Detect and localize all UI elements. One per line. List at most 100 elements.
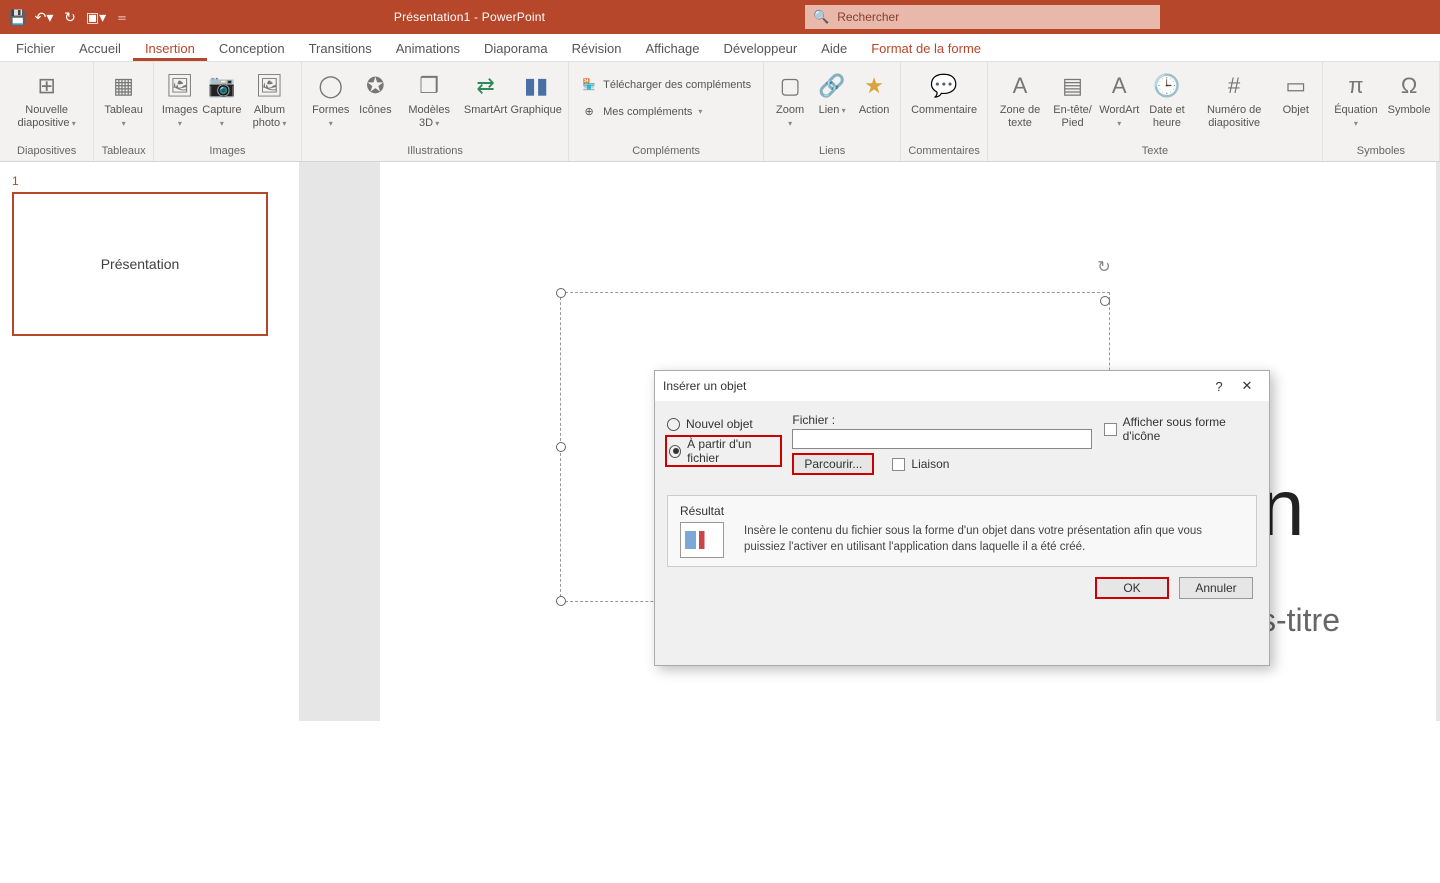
datetime-button[interactable]: 🕒Date et heure <box>1141 68 1192 132</box>
file-path-input[interactable] <box>792 429 1092 449</box>
rotate-handle[interactable]: ↻ <box>1094 257 1114 277</box>
tab-animations[interactable]: Animations <box>384 37 472 61</box>
comment-button[interactable]: 💬Commentaire <box>907 68 981 119</box>
group-images: 🖼Images 📷Capture 🖼Album photo Images <box>154 62 302 161</box>
save-button[interactable]: 💾 <box>6 5 30 29</box>
slide-number: 1 <box>12 174 19 188</box>
my-addins-button[interactable]: ⊕Mes compléments ▾ <box>575 101 708 122</box>
screenshot-icon: 📷 <box>206 70 238 102</box>
link-icon: 🔗 <box>816 70 848 102</box>
tab-format-forme[interactable]: Format de la forme <box>859 37 993 61</box>
slide-thumbnail-panel: 1 Présentation <box>0 162 300 721</box>
table-icon: ▦ <box>108 70 140 102</box>
pictures-icon: 🖼 <box>164 70 196 102</box>
get-addins-button[interactable]: 🏪Télécharger des compléments <box>575 74 757 95</box>
qat-customize[interactable]: ＝ <box>110 5 134 29</box>
dialog-titlebar: Insérer un objet ? ✕ <box>655 371 1269 401</box>
comment-icon: 💬 <box>928 70 960 102</box>
tab-diaporama[interactable]: Diaporama <box>472 37 560 61</box>
shapes-button[interactable]: ◯Formes <box>308 68 353 132</box>
object-button[interactable]: ▭Objet <box>1276 68 1316 119</box>
radio-new-object[interactable]: Nouvel objet <box>667 417 780 431</box>
new-slide-icon: ⊞ <box>31 70 63 102</box>
sel-handle[interactable] <box>1100 296 1110 306</box>
tab-insertion[interactable]: Insertion <box>133 37 207 61</box>
titlebar: 💾 ↶▾ ↻ ▣▾ ＝ Présentation1 - PowerPoint 🔍… <box>0 0 1440 34</box>
result-label: Résultat <box>680 504 1244 518</box>
tab-affichage[interactable]: Affichage <box>633 37 711 61</box>
search-box[interactable]: 🔍 Rechercher <box>805 5 1160 29</box>
sel-handle[interactable] <box>556 442 566 452</box>
table-button[interactable]: ▦ Tableau <box>100 68 147 132</box>
smartart-button[interactable]: ⇄SmartArt <box>463 68 508 119</box>
ok-button[interactable]: OK <box>1095 577 1169 599</box>
group-illustrations: ◯Formes ✪Icônes ❒Modèles 3D ⇄SmartArt ▮▮… <box>302 62 569 161</box>
group-liens: ▢Zoom 🔗Lien ★Action Liens <box>764 62 901 161</box>
header-footer-button[interactable]: ▤En-tête/ Pied <box>1048 68 1097 132</box>
tab-aide[interactable]: Aide <box>809 37 859 61</box>
addins-icon: ⊕ <box>581 105 597 118</box>
zoom-icon: ▢ <box>774 70 806 102</box>
link-checkbox[interactable]: Liaison <box>892 457 949 471</box>
3d-models-button[interactable]: ❒Modèles 3D <box>397 68 461 132</box>
icons-icon: ✪ <box>359 70 391 102</box>
group-complements: 🏪Télécharger des compléments ⊕Mes complé… <box>569 62 764 161</box>
action-button[interactable]: ★Action <box>854 68 894 119</box>
slide-number-button[interactable]: #Numéro de diapositive <box>1195 68 1274 132</box>
photo-album-button[interactable]: 🖼Album photo <box>244 68 295 132</box>
tab-developpeur[interactable]: Développeur <box>711 37 809 61</box>
new-slide-button[interactable]: ⊞ Nouvelle diapositive <box>6 68 87 132</box>
wordart-icon: A <box>1103 70 1135 102</box>
tab-transitions[interactable]: Transitions <box>297 37 384 61</box>
symbol-button[interactable]: ΩSymbole <box>1385 68 1433 119</box>
ribbon: ⊞ Nouvelle diapositive Diapositives ▦ Ta… <box>0 62 1440 162</box>
textbox-button[interactable]: AZone de texte <box>994 68 1046 132</box>
thumbnail-title: Présentation <box>101 256 180 272</box>
icons-button[interactable]: ✪Icônes <box>355 68 395 119</box>
symbol-icon: Ω <box>1393 70 1425 102</box>
sel-handle[interactable] <box>556 596 566 606</box>
object-icon: ▭ <box>1280 70 1312 102</box>
header-icon: ▤ <box>1057 70 1089 102</box>
album-icon: 🖼 <box>253 70 285 102</box>
tab-conception[interactable]: Conception <box>207 37 297 61</box>
display-as-icon-checkbox[interactable]: Afficher sous forme d'icône <box>1104 415 1257 443</box>
chart-icon: ▮▮ <box>520 70 552 102</box>
radio-from-file[interactable]: À partir d'un fichier <box>665 435 782 467</box>
equation-button[interactable]: πÉquation <box>1329 68 1383 132</box>
undo-button[interactable]: ↶▾ <box>32 5 56 29</box>
group-symboles: πÉquation ΩSymbole Symboles <box>1323 62 1440 161</box>
tab-fichier[interactable]: Fichier <box>4 37 67 61</box>
group-diapositives: ⊞ Nouvelle diapositive Diapositives <box>0 62 94 161</box>
sel-handle[interactable] <box>556 288 566 298</box>
slide-thumbnail-1[interactable]: Présentation <box>12 192 268 336</box>
group-commentaires: 💬Commentaire Commentaires <box>901 62 988 161</box>
checkbox-icon <box>892 458 905 471</box>
zoom-button[interactable]: ▢Zoom <box>770 68 810 132</box>
wordart-button[interactable]: AWordArt <box>1099 68 1139 132</box>
radio-icon <box>669 445 681 458</box>
result-section: Résultat Insère le contenu du fichier so… <box>667 495 1257 567</box>
images-button[interactable]: 🖼Images <box>160 68 200 132</box>
result-description: Insère le contenu du fichier sous la for… <box>744 524 1244 555</box>
cube-icon: ❒ <box>413 70 445 102</box>
screenshot-button[interactable]: 📷Capture <box>202 68 242 132</box>
redo-button[interactable]: ↻ <box>58 5 82 29</box>
equation-icon: π <box>1340 70 1372 102</box>
browse-button[interactable]: Parcourir... <box>792 453 874 475</box>
slidenum-icon: # <box>1218 70 1250 102</box>
group-texte: AZone de texte ▤En-tête/ Pied AWordArt 🕒… <box>988 62 1323 161</box>
radio-icon <box>667 418 680 431</box>
dialog-help-button[interactable]: ? <box>1205 374 1233 398</box>
slideshow-button[interactable]: ▣▾ <box>84 5 108 29</box>
dialog-title: Insérer un objet <box>663 379 746 393</box>
tab-accueil[interactable]: Accueil <box>67 37 133 61</box>
slide-subtitle-text[interactable]: s-titre <box>1260 602 1340 639</box>
dialog-close-button[interactable]: ✕ <box>1233 374 1261 398</box>
link-button[interactable]: 🔗Lien <box>812 68 852 119</box>
cancel-button[interactable]: Annuler <box>1179 577 1253 599</box>
tab-revision[interactable]: Révision <box>560 37 634 61</box>
action-icon: ★ <box>858 70 890 102</box>
search-placeholder: Rechercher <box>837 10 899 24</box>
chart-button[interactable]: ▮▮Graphique <box>510 68 562 119</box>
